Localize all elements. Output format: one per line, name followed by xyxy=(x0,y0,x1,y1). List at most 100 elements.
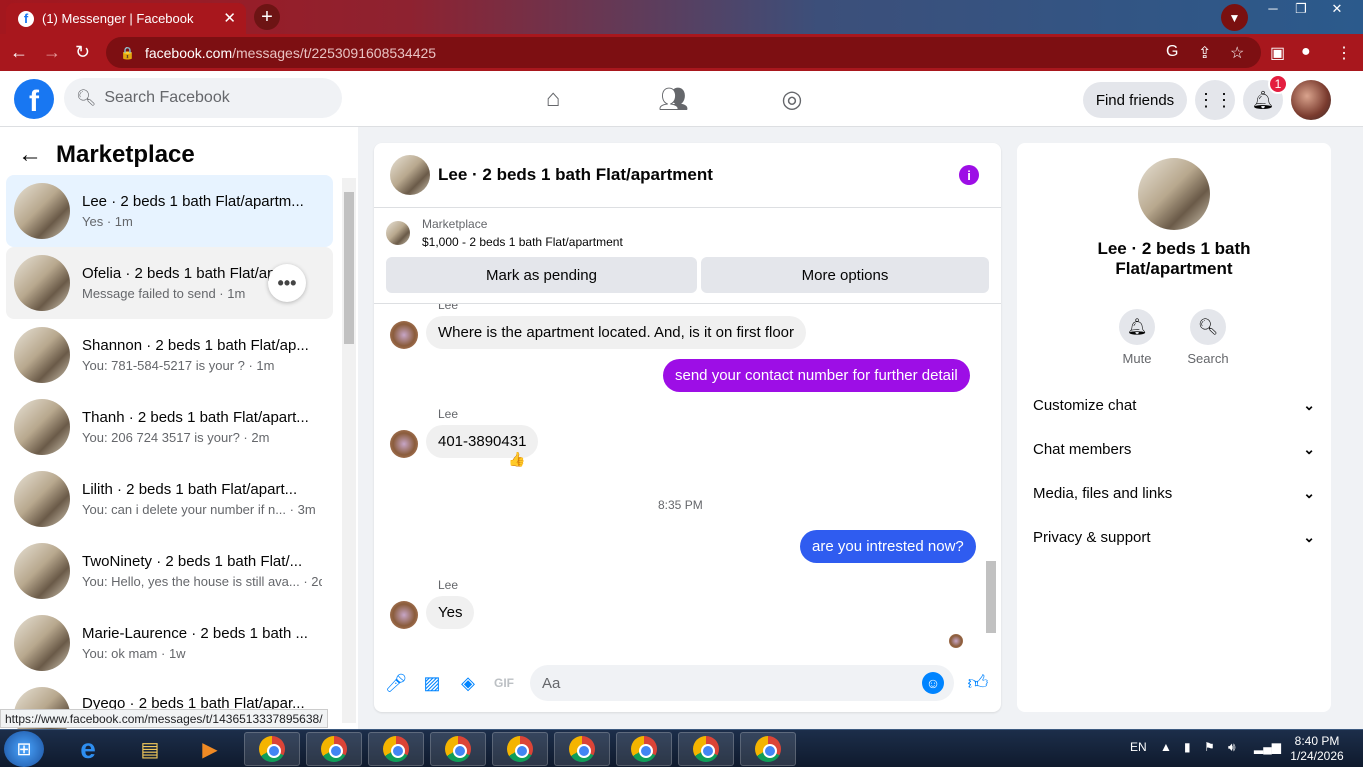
search-input[interactable]: 🔍︎ Search Facebook xyxy=(64,78,342,118)
browser-menu-icon[interactable]: ⋮ xyxy=(1336,43,1352,63)
sticker-icon[interactable]: ◈ xyxy=(457,672,479,694)
message-placeholder: Aa xyxy=(542,674,561,692)
url-field[interactable]: 🔒 facebook.com/messages/t/22530916085344… xyxy=(106,37,1261,68)
browser-tab[interactable]: f (1) Messenger | Facebook ✕ xyxy=(6,3,246,34)
conversation-name: Shannon · 2 beds 1 bath Flat/ap... xyxy=(82,337,309,354)
sender-avatar[interactable] xyxy=(390,601,418,629)
facebook-logo-icon[interactable]: f xyxy=(14,79,54,119)
message-bubble[interactable]: Yes xyxy=(426,596,475,629)
conversation-item[interactable]: TwoNinety · 2 beds 1 bath Flat/... You: H… xyxy=(6,535,333,607)
emoji-icon[interactable]: ☺ xyxy=(922,672,944,694)
privacy-support-row[interactable]: Privacy & support ⌄ xyxy=(1033,515,1315,559)
panel-title: Marketplace xyxy=(56,141,195,168)
sender-avatar[interactable] xyxy=(390,321,418,349)
info-icon[interactable]: i xyxy=(959,165,979,185)
sender-name: Lee xyxy=(438,407,459,421)
media-files-links-row[interactable]: Media, files and links ⌄ xyxy=(1033,471,1315,515)
reload-icon[interactable]: ↻ xyxy=(75,42,90,63)
home-icon[interactable]: ⌂ xyxy=(538,85,568,115)
language-indicator[interactable]: EN xyxy=(1130,740,1147,754)
gif-icon[interactable]: GIF xyxy=(493,672,515,694)
forward-icon[interactable]: → xyxy=(43,42,61,63)
show-hidden-icons-icon[interactable]: ▲ xyxy=(1160,740,1172,754)
chrome-window-icon[interactable] xyxy=(740,732,796,766)
share-icon[interactable]: ⇪ xyxy=(1198,43,1211,63)
chrome-window-icon[interactable] xyxy=(678,732,734,766)
side-panel-icon[interactable]: ▣ xyxy=(1270,43,1285,63)
message-input[interactable]: Aa ☺ xyxy=(530,665,954,701)
chat-members-row[interactable]: Chat members ⌄ xyxy=(1033,427,1315,471)
listing-thumbnail xyxy=(14,255,70,311)
customize-chat-row[interactable]: Customize chat ⌄ xyxy=(1033,383,1315,427)
microphone-icon[interactable]: 🎤︎ xyxy=(385,672,408,694)
network-icon[interactable]: ▂▄▆ xyxy=(1254,740,1281,754)
search-conversation-button[interactable]: 🔍︎ Search xyxy=(1178,309,1238,366)
bookmark-star-icon[interactable]: ☆ xyxy=(1230,43,1244,63)
restore-icon[interactable]: ❐ xyxy=(1286,1,1316,19)
chat-title[interactable]: Lee · 2 beds 1 bath Flat/apartment xyxy=(438,165,713,185)
clock[interactable]: 8:40 PM 1/24/2026 xyxy=(1282,734,1352,764)
chrome-window-icon[interactable] xyxy=(492,732,548,766)
chat-thumbnail[interactable] xyxy=(390,155,430,195)
scrollbar-thumb[interactable] xyxy=(344,192,354,344)
action-center-flag-icon[interactable]: ⚑ xyxy=(1204,740,1215,754)
profile-icon[interactable]: ● xyxy=(1301,43,1311,61)
volume-icon[interactable]: 🔊︎ xyxy=(1228,740,1236,755)
conversation-item[interactable]: Shannon · 2 beds 1 bath Flat/ap... You: 7… xyxy=(6,319,333,391)
listing-photo[interactable] xyxy=(1138,158,1210,230)
chevron-down-icon: ⌄ xyxy=(1303,484,1315,501)
conversation-item[interactable]: Thanh · 2 beds 1 bath Flat/apart... You: … xyxy=(6,391,333,463)
reaction-emoji[interactable]: 👍 xyxy=(508,451,525,468)
account-avatar[interactable] xyxy=(1291,80,1331,120)
friends-icon[interactable]: 👥︎ xyxy=(658,85,688,115)
close-tab-icon[interactable]: ✕ xyxy=(223,9,236,27)
google-icon[interactable]: G xyxy=(1166,43,1178,61)
back-icon[interactable]: ← xyxy=(10,42,28,63)
message-bubble[interactable]: are you intrested now? xyxy=(800,530,976,563)
menu-grid-icon[interactable]: ⋮⋮ xyxy=(1195,80,1235,120)
chat-details-panel: Lee · 2 beds 1 bath Flat/apartment 🔔︎ Mu… xyxy=(1017,143,1331,712)
photo-icon[interactable]: ▨ xyxy=(421,672,443,694)
mute-button[interactable]: 🔔︎ Mute xyxy=(1107,309,1167,366)
minimize-icon[interactable]: ─ xyxy=(1258,1,1288,19)
message-bubble[interactable]: send your contact number for further det… xyxy=(663,359,970,392)
notification-badge: 1 xyxy=(1268,74,1288,94)
chrome-window-icon[interactable] xyxy=(554,732,610,766)
section-label: Chat members xyxy=(1033,440,1132,458)
message-timestamp: 8:35 PM xyxy=(658,498,703,512)
conversation-item[interactable]: Marie-Laurence · 2 beds 1 bath ... You: o… xyxy=(6,607,333,679)
chat-header: Lee · 2 beds 1 bath Flat/apartment i xyxy=(374,143,1001,208)
media-player-icon[interactable]: ▶ xyxy=(182,732,238,766)
internet-explorer-icon[interactable]: e xyxy=(60,732,116,766)
marketplace-label: Marketplace xyxy=(422,217,488,231)
groups-icon[interactable]: ◎ xyxy=(777,85,807,115)
tab-search-button[interactable]: ▼ xyxy=(1221,4,1248,31)
new-tab-button[interactable]: + xyxy=(254,4,280,30)
mark-as-pending-button[interactable]: Mark as pending xyxy=(386,257,697,293)
back-arrow-icon[interactable]: ← xyxy=(18,141,42,169)
chrome-window-icon[interactable] xyxy=(430,732,486,766)
marketplace-listing-bar[interactable]: Marketplace $1,000 - 2 beds 1 bath Flat/… xyxy=(386,217,623,249)
chrome-window-icon[interactable] xyxy=(244,732,300,766)
facebook-header: f 🔍︎ Search Facebook ⌂ 👥︎ ◎ Find friends… xyxy=(0,71,1363,127)
conversation-item[interactable]: Lilith · 2 beds 1 bath Flat/apart... You:… xyxy=(6,463,333,535)
chrome-window-icon[interactable] xyxy=(306,732,362,766)
conversation-name: Marie-Laurence · 2 beds 1 bath ... xyxy=(82,625,308,642)
start-button[interactable]: ⊞ xyxy=(4,731,44,767)
listing-price: $1,000 - 2 beds 1 bath Flat/apartment xyxy=(422,235,623,249)
chrome-window-icon[interactable] xyxy=(368,732,424,766)
section-label: Customize chat xyxy=(1033,396,1137,414)
file-explorer-icon[interactable]: ▤ xyxy=(122,732,178,766)
chrome-window-icon[interactable] xyxy=(616,732,672,766)
find-friends-button[interactable]: Find friends xyxy=(1083,82,1187,118)
message-bubble[interactable]: Where is the apartment located. And, is … xyxy=(426,316,807,349)
seen-receipt-avatar xyxy=(949,634,963,648)
like-icon[interactable]: 👍︎ xyxy=(967,672,989,694)
conversation-options-button[interactable]: ••• xyxy=(268,264,306,302)
battery-icon[interactable]: ▮ xyxy=(1184,740,1191,754)
conversation-item[interactable]: Lee · 2 beds 1 bath Flat/apartm... Yes · … xyxy=(6,175,333,247)
more-options-button[interactable]: More options xyxy=(701,257,989,293)
scrollbar-thumb[interactable] xyxy=(986,561,996,633)
sender-avatar[interactable] xyxy=(390,430,418,458)
close-window-icon[interactable]: ✕ xyxy=(1322,1,1352,19)
